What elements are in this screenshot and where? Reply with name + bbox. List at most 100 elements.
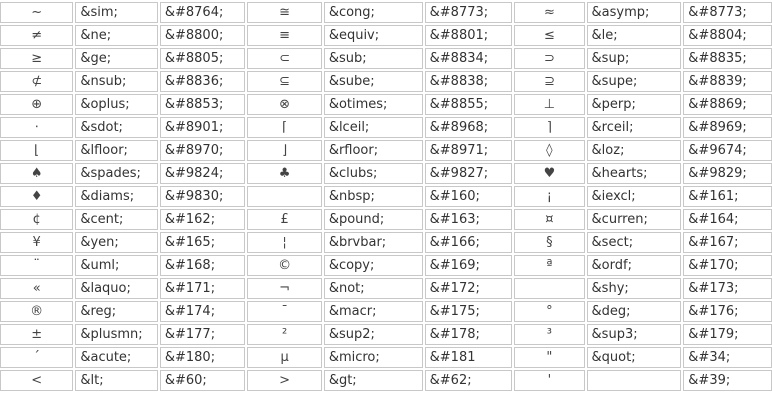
entity-name-cell: &sect; (586, 232, 682, 253)
entity-symbol-cell: ≠ (0, 25, 74, 46)
entity-code-cell: &#176; (683, 301, 772, 322)
table-row: ± &plusmn; &#177; ² &sup2; &#178; ³ &sup3; &#179… (0, 324, 772, 345)
entity-code-cell: &#8968; (424, 117, 513, 138)
table-row: ¨ &uml; &#168; © &copy; &#169; ª &ordf; &#170; (0, 255, 772, 276)
entity-code-cell: &#164; (683, 209, 772, 230)
entity-name-cell: &quot; (586, 347, 682, 368)
entity-name-cell: &lt; (75, 370, 158, 391)
entity-code-cell: &#8901; (159, 117, 246, 138)
entity-name-cell: &sim; (75, 2, 158, 23)
entity-table-body: ~ &sim; &#8764; ≅ &cong; &#8773; ≈ &asymp; &#877… (0, 2, 772, 391)
entity-symbol-cell: ⊃ (514, 48, 585, 69)
entity-symbol-cell: ² (247, 324, 322, 345)
entity-code-cell: &#8855; (424, 94, 513, 115)
entity-name-cell: &brvbar; (323, 232, 423, 253)
entity-symbol-cell: ® (0, 301, 74, 322)
entity-symbol-cell: § (514, 232, 585, 253)
entity-code-cell: &#170; (683, 255, 772, 276)
entity-symbol-cell: ± (0, 324, 74, 345)
entity-name-cell: &equiv; (323, 25, 423, 46)
entity-symbol-cell: ⊗ (247, 94, 322, 115)
entity-symbol-cell: ¤ (514, 209, 585, 230)
table-row: ~ &sim; &#8764; ≅ &cong; &#8773; ≈ &asymp; &#877… (0, 2, 772, 23)
table-row: ♠ &spades; &#9824; ♣ &clubs; &#9827; ♥ &hearts;… (0, 163, 772, 184)
table-row: ≥ &ge; &#8805; ⊂ &sub; &#8834; ⊃ &sup; &#8835; (0, 48, 772, 69)
entity-name-cell: &le; (586, 25, 682, 46)
entity-name-cell: &curren; (586, 209, 682, 230)
table-row: ♦ &diams; &#9830; &nbsp; &#160; ¡ &iexcl; &#161… (0, 186, 772, 207)
entity-name-cell: &lceil; (323, 117, 423, 138)
entity-name-cell: &asymp; (586, 2, 682, 23)
table-row: ≠ &ne; &#8800; ≡ &equiv; &#8801; ≤ &le; &#8804; (0, 25, 772, 46)
table-row: ¥ &yen; &#165; ¦ &brvbar; &#166; § &sect; &#167; (0, 232, 772, 253)
entity-symbol-cell (514, 278, 585, 299)
entity-code-cell: &#9674; (683, 140, 772, 161)
entity-name-cell: &uml; (75, 255, 158, 276)
entity-code-cell: &#8804; (683, 25, 772, 46)
entity-code-cell: &#8838; (424, 71, 513, 92)
entity-symbol-cell: ♥ (514, 163, 585, 184)
entity-symbol-cell: £ (247, 209, 322, 230)
entity-symbol-cell: ¯ (247, 301, 322, 322)
entity-name-cell: &pound; (323, 209, 423, 230)
entity-code-cell: &#8800; (159, 25, 246, 46)
entity-name-cell: &yen; (75, 232, 158, 253)
entity-name-cell: &oplus; (75, 94, 158, 115)
entity-name-cell: &sup; (586, 48, 682, 69)
entity-name-cell: &sube; (323, 71, 423, 92)
entity-code-cell: &#8834; (424, 48, 513, 69)
table-row: < &lt; &#60; > &gt; &#62; ' &#39; (0, 370, 772, 391)
entity-code-cell: &#9830; (159, 186, 246, 207)
entity-symbol-cell: ¢ (0, 209, 74, 230)
entity-symbol-cell: µ (247, 347, 322, 368)
entity-symbol-cell: ♦ (0, 186, 74, 207)
entity-name-cell: &ordf; (586, 255, 682, 276)
entity-symbol-cell: ⋅ (0, 117, 74, 138)
entity-name-cell: &ge; (75, 48, 158, 69)
entity-code-cell: &#167; (683, 232, 772, 253)
entity-name-cell: &perp; (586, 94, 682, 115)
entity-symbol-cell: ³ (514, 324, 585, 345)
entity-name-cell: &cong; (323, 2, 423, 23)
entity-code-cell: &#180; (159, 347, 246, 368)
entity-name-cell: &rfloor; (323, 140, 423, 161)
entity-code-cell: &#163; (424, 209, 513, 230)
entity-name-cell: &sup2; (323, 324, 423, 345)
entity-name-cell: &hearts; (586, 163, 682, 184)
entity-name-cell (586, 370, 682, 391)
entity-name-cell: &lfloor; (75, 140, 158, 161)
entity-symbol-cell: ⊆ (247, 71, 322, 92)
entity-symbol-cell (247, 186, 322, 207)
entity-name-cell: &sdot; (75, 117, 158, 138)
entity-name-cell: &diams; (75, 186, 158, 207)
entity-symbol-cell: ◊ (514, 140, 585, 161)
entity-name-cell: &acute; (75, 347, 158, 368)
entity-name-cell: &iexcl; (586, 186, 682, 207)
entity-symbol-cell: ⌉ (514, 117, 585, 138)
entity-name-cell: &spades; (75, 163, 158, 184)
table-row: «&laquo; &#171; ¬ &not; &#172; &shy; &#173; (0, 278, 772, 299)
entity-symbol-cell: ´ (0, 347, 74, 368)
entity-code-cell: &#172; (424, 278, 513, 299)
entity-code-cell: &#8773; (424, 2, 513, 23)
entity-symbol-cell: ♣ (247, 163, 322, 184)
entity-name-cell: &otimes; (323, 94, 423, 115)
entity-name-cell: &rceil; (586, 117, 682, 138)
html-entity-table: ~ &sim; &#8764; ≅ &cong; &#8773; ≈ &asymp; &#877… (0, 0, 772, 393)
entity-name-cell: &sup3; (586, 324, 682, 345)
entity-code-cell: &#181 (424, 347, 513, 368)
entity-code-cell: &#8835; (683, 48, 772, 69)
entity-code-cell: &#166; (424, 232, 513, 253)
entity-name-cell: &loz; (586, 140, 682, 161)
entity-code-cell: &#173; (683, 278, 772, 299)
entity-code-cell: &#165; (159, 232, 246, 253)
entity-code-cell: &#8764; (159, 2, 246, 23)
entity-code-cell: &#162; (159, 209, 246, 230)
entity-symbol-cell: ⊇ (514, 71, 585, 92)
entity-name-cell: &plusmn; (75, 324, 158, 345)
entity-code-cell: &#168; (159, 255, 246, 276)
entity-code-cell: &#62; (424, 370, 513, 391)
entity-symbol-cell: ⊄ (0, 71, 74, 92)
entity-code-cell: &#8971; (424, 140, 513, 161)
entity-code-cell: &#8869; (683, 94, 772, 115)
